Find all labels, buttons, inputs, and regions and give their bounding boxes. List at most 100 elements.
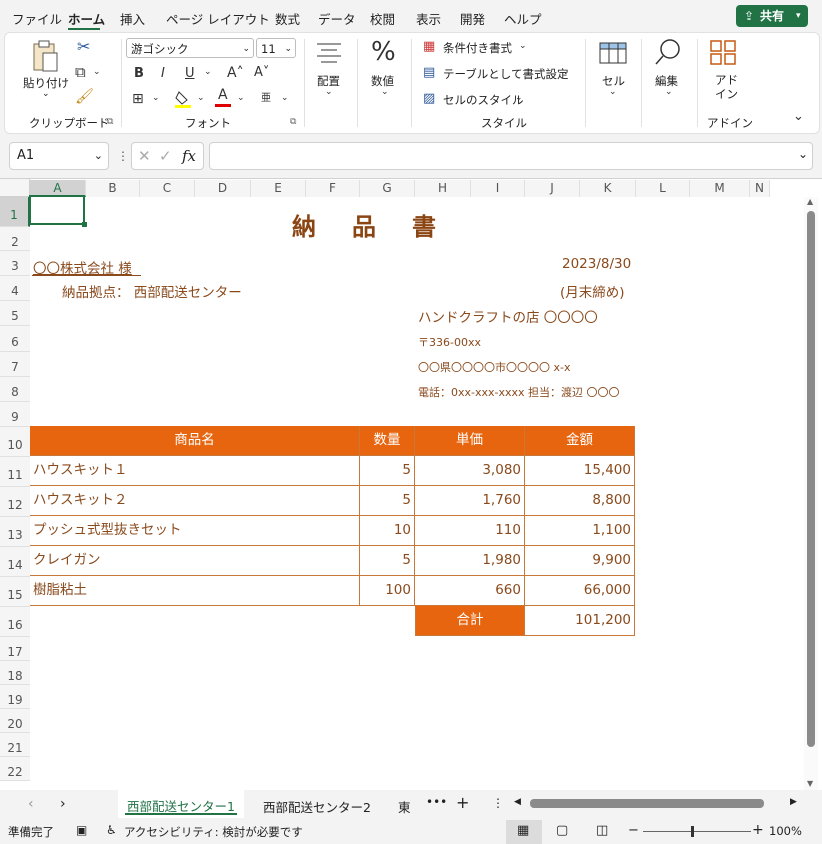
row-header[interactable]: 15 [0, 577, 30, 607]
more-options-icon[interactable]: ⋮ [117, 149, 129, 163]
select-all-corner[interactable] [0, 179, 30, 197]
chevron-down-icon[interactable]: ⌄ [281, 93, 289, 103]
total-label[interactable]: 合計 [415, 606, 525, 636]
table-header-qty[interactable]: 数量 [360, 426, 415, 456]
page-layout-view-icon[interactable]: ▢ [556, 823, 568, 838]
row-header[interactable]: 13 [0, 517, 30, 547]
vertical-scrollbar[interactable]: ▲ ▼ [804, 197, 818, 791]
column-header[interactable]: K [580, 180, 636, 197]
column-header[interactable]: I [471, 180, 525, 197]
worksheet-grid[interactable]: ABCDEFGHIJKLMN 1 2 3 4 5 6 7 8 9 10 11 12 13 14 15 16 17… [0, 178, 822, 791]
menu-help[interactable]: ヘルプ [504, 9, 542, 28]
formula-input[interactable]: ⌄ [209, 142, 813, 170]
column-header[interactable]: J [525, 180, 580, 197]
table-cell-product[interactable]: プッシュ式型抜きセット [30, 516, 360, 546]
row-header[interactable]: 3 [0, 251, 30, 276]
collapse-ribbon-icon[interactable]: ⌄ [793, 109, 804, 124]
row-header[interactable]: 4 [0, 276, 30, 301]
addins-button[interactable]: アド イン [715, 73, 738, 101]
column-header[interactable]: B [86, 180, 140, 197]
increase-font-icon[interactable]: A˄ [227, 65, 244, 81]
share-button[interactable]: ⇪ 共有 ▾ [736, 5, 808, 27]
next-sheet-icon[interactable]: › [60, 796, 66, 812]
accessibility-icon[interactable]: ♿ [106, 823, 117, 837]
tab-options-icon[interactable]: ⋮ [492, 796, 504, 810]
row-header[interactable]: 1 [0, 197, 30, 227]
table-cell-qty[interactable]: 100 [360, 576, 415, 606]
table-header-price[interactable]: 単価 [415, 426, 525, 456]
menu-developer[interactable]: 開発 [460, 9, 485, 28]
fill-handle[interactable] [82, 222, 87, 227]
row-header[interactable]: 11 [0, 457, 30, 487]
row-header[interactable]: 16 [0, 607, 30, 637]
table-cell-product[interactable]: 樹脂粘土 [30, 576, 360, 606]
table-header-amount[interactable]: 金額 [525, 426, 635, 456]
name-box[interactable]: A1 ⌄ [9, 142, 109, 170]
conditional-format-button[interactable]: 条件付き書式 [443, 40, 512, 56]
table-cell-qty[interactable]: 5 [360, 456, 415, 486]
menu-insert[interactable]: 挿入 [120, 9, 145, 28]
table-cell-qty[interactable]: 5 [360, 486, 415, 516]
font-color-icon[interactable]: A [218, 87, 228, 103]
column-header[interactable]: E [251, 180, 306, 197]
macro-record-icon[interactable]: ▣ [76, 823, 87, 837]
chevron-down-icon[interactable]: ⌄ [519, 41, 527, 51]
menu-file[interactable]: ファイル [12, 9, 62, 28]
add-sheet-icon[interactable]: + [456, 793, 469, 812]
table-cell-product[interactable]: ハウスキット１ [30, 456, 360, 486]
column-header[interactable]: M [690, 180, 750, 197]
chevron-down-icon[interactable]: ⌄ [325, 87, 333, 97]
sheet-tab-active[interactable]: 西部配送センター1 [118, 790, 244, 818]
row-header[interactable]: 21 [0, 733, 30, 757]
prev-sheet-icon[interactable]: ‹ [28, 796, 34, 812]
scroll-down-icon[interactable]: ▼ [807, 779, 813, 788]
chevron-down-icon[interactable]: ⌄ [152, 93, 160, 103]
table-cell-price[interactable]: 1,980 [415, 546, 525, 576]
chevron-down-icon[interactable]: ⌄ [609, 87, 617, 97]
row-header[interactable]: 5 [0, 301, 30, 326]
column-header[interactable]: D [195, 180, 251, 197]
row-header[interactable]: 20 [0, 709, 30, 733]
column-header[interactable]: L [636, 180, 690, 197]
zoom-slider-thumb[interactable] [691, 826, 694, 837]
italic-icon[interactable]: I [161, 66, 165, 81]
table-cell-product[interactable]: ハウスキット２ [30, 486, 360, 516]
bold-icon[interactable]: B [134, 66, 144, 81]
table-header-product[interactable]: 商品名 [30, 426, 360, 456]
decrease-font-icon[interactable]: A˅ [254, 65, 269, 80]
active-cell-a1[interactable] [29, 195, 85, 225]
font-name-select[interactable]: 游ゴシック ⌄ [126, 38, 254, 58]
cell-styles-button[interactable]: セルのスタイル [443, 92, 524, 108]
chevron-down-icon[interactable]: ⌄ [42, 89, 50, 99]
scroll-up-icon[interactable]: ▲ [807, 197, 813, 206]
chevron-down-icon[interactable]: ⌄ [237, 93, 245, 103]
row-header[interactable]: 2 [0, 227, 30, 251]
phonetic-icon[interactable]: 亜 [261, 89, 271, 104]
column-header[interactable]: F [306, 180, 360, 197]
row-header[interactable]: 12 [0, 487, 30, 517]
chevron-down-icon[interactable]: ⌄ [93, 67, 101, 77]
chevron-down-icon[interactable]: ⌄ [562, 67, 570, 77]
table-cell-price[interactable]: 110 [415, 516, 525, 546]
chevron-down-icon[interactable]: ⌄ [665, 87, 673, 97]
accessibility-status[interactable]: アクセシビリティ: 検討が必要です [124, 824, 303, 840]
row-header[interactable]: 17 [0, 637, 30, 661]
row-header[interactable]: 18 [0, 661, 30, 685]
chevron-down-icon[interactable]: ⌄ [381, 87, 389, 97]
row-header[interactable]: 10 [0, 427, 30, 457]
insert-function-icon[interactable]: fx [182, 147, 196, 165]
dialog-launcher-icon[interactable]: ⧉ [107, 117, 113, 127]
scroll-right-icon[interactable]: ▶ [790, 797, 797, 807]
zoom-in-icon[interactable]: + [752, 822, 764, 838]
menu-view[interactable]: 表示 [416, 9, 441, 28]
zoom-out-icon[interactable]: − [628, 823, 639, 838]
total-value[interactable]: 101,200 [525, 606, 635, 636]
horizontal-scroll-thumb[interactable] [530, 799, 764, 808]
row-header[interactable]: 8 [0, 377, 30, 402]
table-cell-price[interactable]: 3,080 [415, 456, 525, 486]
horizontal-scrollbar[interactable]: ◀ ▶ [514, 796, 802, 812]
border-icon[interactable]: ⊞ [132, 91, 144, 107]
fill-color-icon[interactable] [174, 89, 194, 109]
cut-icon[interactable]: ✂ [77, 37, 90, 56]
more-sheets-icon[interactable]: ••• [426, 795, 447, 809]
